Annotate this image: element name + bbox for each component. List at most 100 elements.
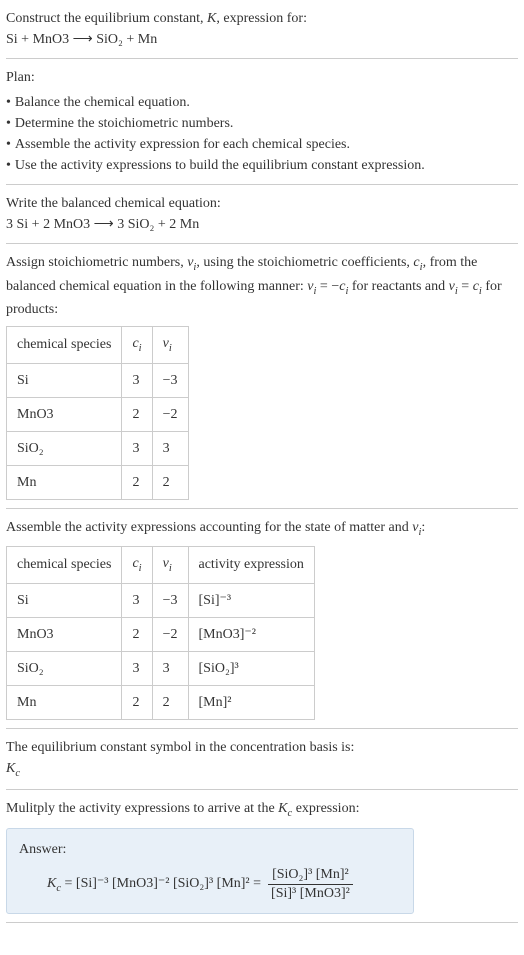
i-sub: i (139, 343, 142, 354)
stoich-text: for reactants and (348, 279, 448, 294)
cell-c: 3 (122, 651, 152, 685)
plan-title: Plan: (6, 67, 518, 88)
intro-text-b: , expression for: (216, 11, 307, 26)
stoich-text: Assign stoichiometric numbers, (6, 255, 187, 270)
table-header-row: chemical species ci νi activity expressi… (7, 547, 315, 584)
activity-section: Assemble the activity expressions accoun… (6, 509, 518, 729)
plan-item-text: Use the activity expressions to build th… (15, 155, 425, 176)
table-row: Mn22[Mn]² (7, 685, 315, 719)
cell-species: Mn (7, 465, 122, 499)
cell-species: SiO₂ (7, 431, 122, 465)
stoich-table: chemical species ci νi Si3−3 MnO32−2 SiO… (6, 326, 189, 500)
bullet-icon: • (6, 134, 11, 155)
cell-nu: −2 (152, 617, 188, 651)
plan-item-text: Assemble the activity expression for eac… (15, 134, 350, 155)
table-row: SiO₂33 (7, 431, 189, 465)
table-row: Si3−3[Si]⁻³ (7, 583, 315, 617)
eq-text: = − (316, 279, 339, 294)
unbalanced-equation: Si + MnO3 ⟶ SiO₂ + Mn (6, 29, 518, 50)
col-nu: νi (152, 327, 188, 364)
cell-nu: −3 (152, 583, 188, 617)
cell-c: 3 (122, 363, 152, 397)
symbol-line1: The equilibrium constant symbol in the c… (6, 737, 518, 758)
cell-nu: 3 (152, 431, 188, 465)
answer-label: Answer: (19, 839, 401, 860)
table-row: MnO32−2 (7, 397, 189, 431)
balanced-equation: 3 Si + 2 MnO3 ⟶ 3 SiO₂ + 2 Mn (6, 214, 518, 235)
cell-c: 2 (122, 685, 152, 719)
table-row: Mn22 (7, 465, 189, 499)
symbol-section: The equilibrium constant symbol in the c… (6, 729, 518, 791)
cell-c: 3 (122, 431, 152, 465)
bullet-icon: • (6, 92, 11, 113)
i-sub: i (169, 343, 172, 354)
plan-section: Plan: •Balance the chemical equation. •D… (6, 59, 518, 185)
table-row: MnO32−2[MnO3]⁻² (7, 617, 315, 651)
cell-expr: [Mn]² (188, 685, 314, 719)
cell-species: MnO3 (7, 617, 122, 651)
fraction-numerator: [SiO₂]³ [Mn]² (268, 866, 353, 885)
plan-item: •Use the activity expressions to build t… (6, 155, 518, 176)
plan-item-text: Balance the chemical equation. (15, 92, 190, 113)
intro-line1: Construct the equilibrium constant, K, e… (6, 8, 518, 29)
multiply-section: Mulitply the activity expressions to arr… (6, 790, 518, 923)
i-sub: i (139, 563, 142, 574)
cell-species: MnO3 (7, 397, 122, 431)
cell-species: Si (7, 583, 122, 617)
answer-box: Answer: Kc = [Si]⁻³ [MnO3]⁻² [SiO₂]³ [Mn… (6, 828, 414, 914)
cell-species: Si (7, 363, 122, 397)
plan-list: •Balance the chemical equation. •Determi… (6, 92, 518, 176)
i-sub: i (169, 563, 172, 574)
bullet-icon: • (6, 155, 11, 176)
multiply-text-b: expression: (292, 801, 359, 816)
activity-table: chemical species ci νi activity expressi… (6, 546, 315, 720)
formula-lhs: Kc = [Si]⁻³ [MnO3]⁻² [SiO₂]³ [Mn]² = (47, 873, 261, 897)
intro-section: Construct the equilibrium constant, K, e… (6, 8, 518, 59)
col-nu: νi (152, 547, 188, 584)
cell-nu: 2 (152, 465, 188, 499)
col-c: ci (122, 327, 152, 364)
eq-text: = (458, 279, 473, 294)
cell-species: SiO₂ (7, 651, 122, 685)
kc-symbol: Kc (6, 758, 518, 782)
fraction: [SiO₂]³ [Mn]² [Si]³ [MnO3]² (267, 866, 354, 903)
cell-c: 2 (122, 617, 152, 651)
kc: K (278, 801, 287, 816)
table-row: Si3−3 (7, 363, 189, 397)
col-species: chemical species (7, 547, 122, 584)
answer-formula: Kc = [Si]⁻³ [MnO3]⁻² [SiO₂]³ [Mn]² = [Si… (19, 866, 401, 903)
stoich-text: , using the stoichiometric coefficients, (196, 255, 413, 270)
col-expr: activity expression (188, 547, 314, 584)
cell-expr: [Si]⁻³ (188, 583, 314, 617)
bullet-icon: • (6, 113, 11, 134)
balanced-section: Write the balanced chemical equation: 3 … (6, 185, 518, 244)
multiply-intro: Mulitply the activity expressions to arr… (6, 798, 518, 822)
cell-c: 3 (122, 583, 152, 617)
stoich-intro: Assign stoichiometric numbers, νi, using… (6, 252, 518, 320)
plan-item: •Determine the stoichiometric numbers. (6, 113, 518, 134)
table-header-row: chemical species ci νi (7, 327, 189, 364)
activity-text-b: : (421, 520, 425, 535)
cell-c: 2 (122, 465, 152, 499)
cell-c: 2 (122, 397, 152, 431)
cell-nu: 2 (152, 685, 188, 719)
k: K (6, 761, 15, 776)
plan-item-text: Determine the stoichiometric numbers. (15, 113, 234, 134)
intro-text-a: Construct the equilibrium constant, (6, 11, 207, 26)
cell-expr: [SiO₂]³ (188, 651, 314, 685)
multiply-text-a: Mulitply the activity expressions to arr… (6, 801, 278, 816)
activity-text-a: Assemble the activity expressions accoun… (6, 520, 412, 535)
eq-expr: = [Si]⁻³ [MnO3]⁻² [SiO₂]³ [Mn]² = (61, 876, 261, 891)
plan-item: •Balance the chemical equation. (6, 92, 518, 113)
cell-nu: −3 (152, 363, 188, 397)
k-symbol: K (207, 11, 216, 26)
col-c: ci (122, 547, 152, 584)
stoich-section: Assign stoichiometric numbers, νi , using… (6, 244, 518, 509)
table-row: SiO₂33[SiO₂]³ (7, 651, 315, 685)
plan-item: •Assemble the activity expression for ea… (6, 134, 518, 155)
cell-expr: [MnO3]⁻² (188, 617, 314, 651)
cell-nu: 3 (152, 651, 188, 685)
cell-species: Mn (7, 685, 122, 719)
k: K (47, 876, 56, 891)
cell-nu: −2 (152, 397, 188, 431)
